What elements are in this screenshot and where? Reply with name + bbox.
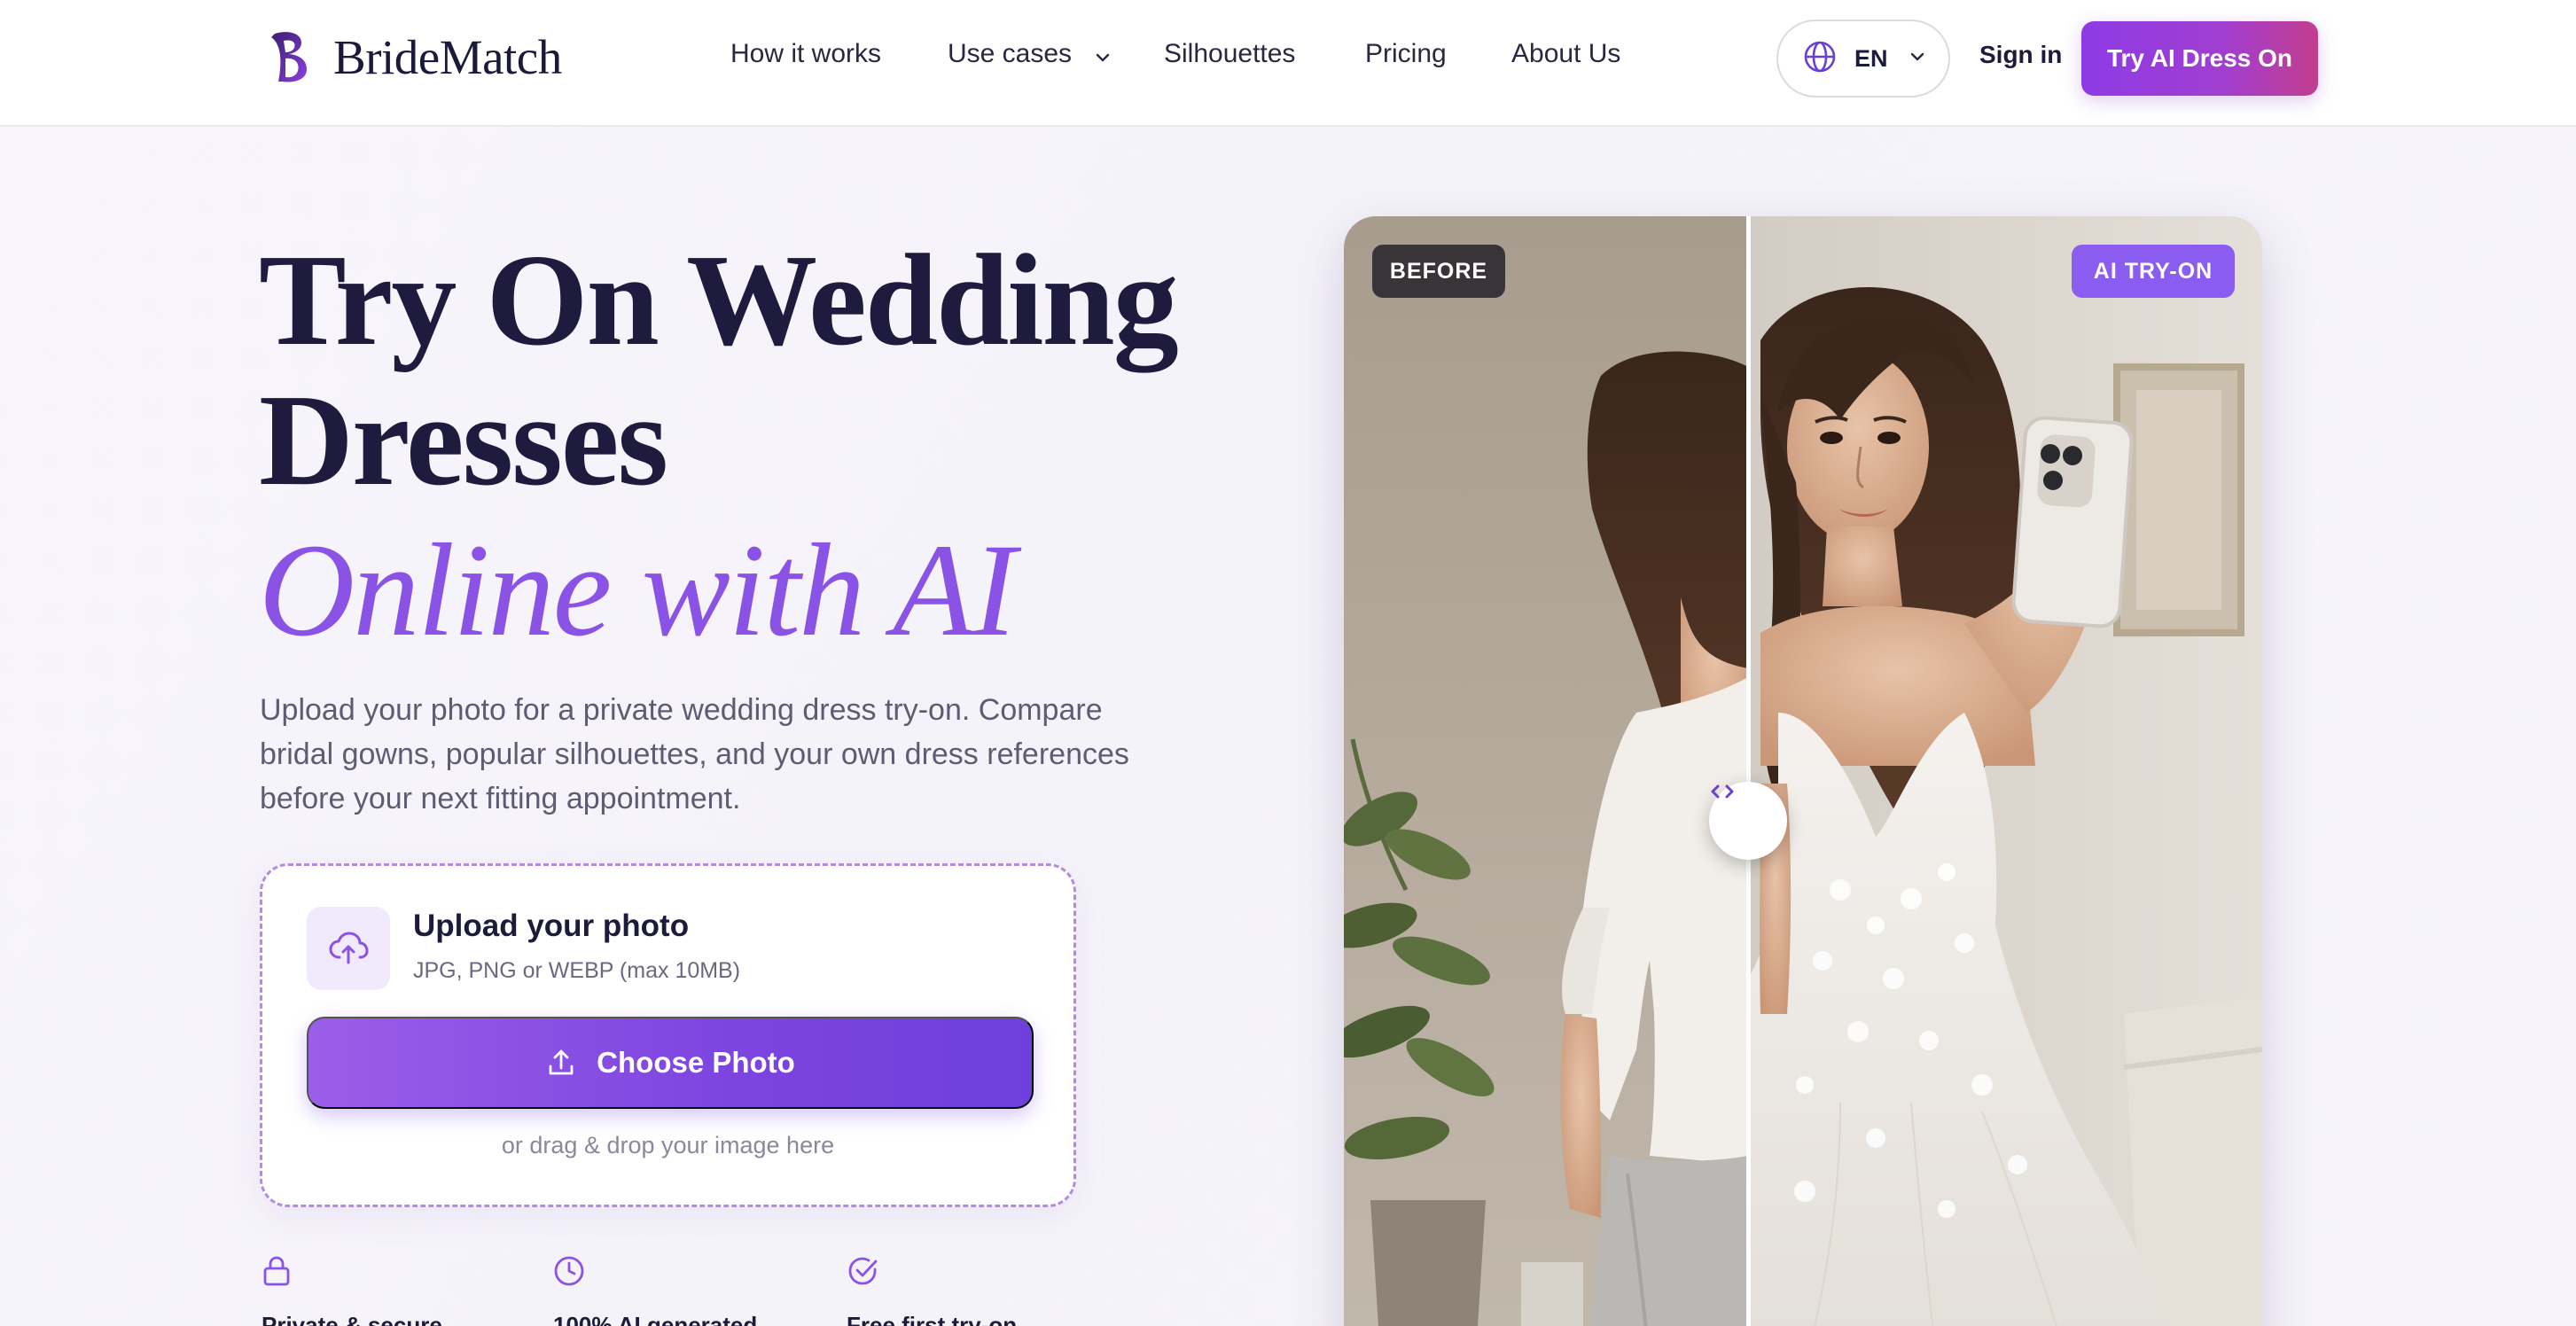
drag-drop-hint: or drag & drop your image here <box>501 1132 835 1158</box>
before-badge: BEFORE <box>1372 245 1505 298</box>
feature-label: Free first try-on <box>847 1312 1018 1326</box>
nav-about-us[interactable]: About Us <box>1511 39 1620 69</box>
try-ai-dress-button[interactable]: Try AI Dress On <box>2081 21 2318 96</box>
hero-description: Upload your photo for a private wedding … <box>260 693 1129 815</box>
choose-photo-button[interactable]: Choose Photo <box>307 1017 1034 1109</box>
language-code: EN <box>1854 44 1888 72</box>
cloud-upload-icon <box>307 907 390 990</box>
feature-ai-generated: 100% AI generated <box>553 1255 757 1326</box>
nav-use-cases-label: Use cases <box>948 39 1073 68</box>
comparison-divider[interactable] <box>1746 216 1751 1326</box>
globe-icon <box>1803 40 1837 78</box>
upload-formats: JPG, PNG or WEBP (max 10MB) <box>413 958 741 983</box>
sign-in-link[interactable]: Sign in <box>1979 41 2062 69</box>
lock-icon <box>262 1255 292 1291</box>
chevron-down-icon <box>1095 40 1111 70</box>
language-selector[interactable]: EN <box>1776 20 1950 98</box>
clock-icon <box>553 1255 585 1291</box>
before-after-comparison[interactable]: BEFORE AI TRY-ON <box>1344 216 2262 1326</box>
brand-logo-mark <box>271 32 307 82</box>
hero-title-accent: Online with AI <box>259 517 1017 664</box>
feature-label: Private & secure <box>262 1312 442 1326</box>
choose-photo-label: Choose Photo <box>597 1046 795 1079</box>
hero-title-line1: Try On Wedding <box>259 228 1179 373</box>
nav-silhouettes[interactable]: Silhouettes <box>1164 39 1295 69</box>
brand-name: BrideMatch <box>333 29 562 84</box>
nav-use-cases[interactable]: Use cases <box>948 39 1111 70</box>
nav-how-it-works[interactable]: How it works <box>730 39 881 69</box>
comparison-slider-handle[interactable] <box>1709 782 1787 860</box>
brand-logo[interactable]: BrideMatch <box>266 28 562 85</box>
upload-title: Upload your photo <box>413 909 690 943</box>
chevron-down-icon <box>1909 51 1925 66</box>
hero-title-line2: Dresses <box>259 368 668 513</box>
feature-private: Private & secure <box>262 1255 442 1326</box>
upload-icon <box>545 1047 577 1079</box>
comparison-photo <box>1344 216 2262 1326</box>
feature-label: 100% AI generated <box>553 1312 758 1326</box>
feature-free-try: Free first try-on <box>847 1255 1017 1326</box>
top-navbar: BrideMatch How it works Use cases Silhou… <box>0 0 2576 127</box>
check-circle-icon <box>847 1255 878 1291</box>
ai-try-on-badge: AI TRY-ON <box>2072 245 2235 298</box>
nav-pricing[interactable]: Pricing <box>1365 39 1447 69</box>
hero-title: Try On Wedding Dresses <box>259 230 1198 511</box>
upload-dropzone[interactable]: Upload your photo JPG, PNG or WEBP (max … <box>260 863 1076 1207</box>
